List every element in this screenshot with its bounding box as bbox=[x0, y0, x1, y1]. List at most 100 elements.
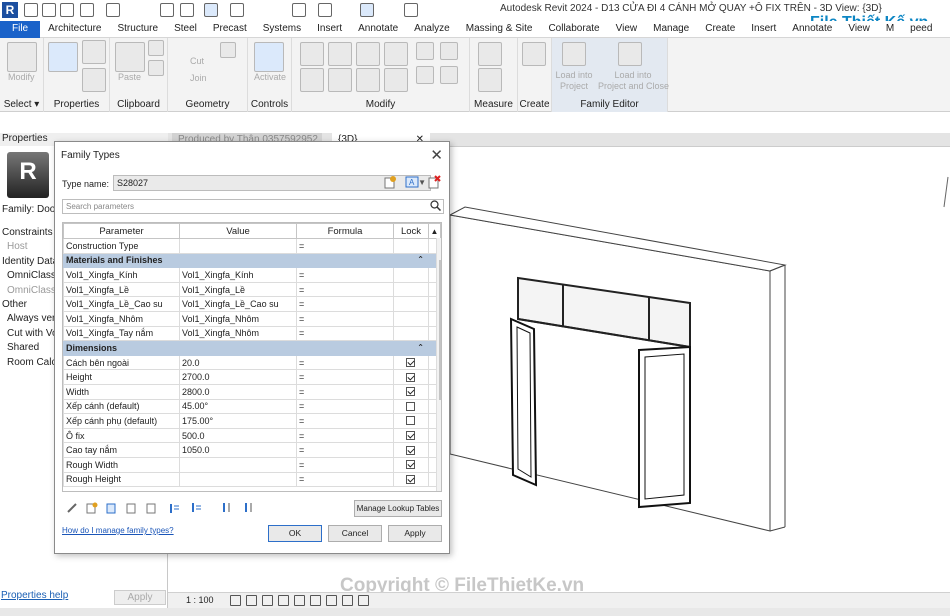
cell-formula[interactable]: = bbox=[296, 310, 394, 327]
cell-value[interactable] bbox=[179, 456, 297, 473]
vertical-scrollbar[interactable] bbox=[436, 238, 441, 491]
sync-icon[interactable] bbox=[180, 3, 194, 17]
dimension-icon[interactable] bbox=[478, 68, 502, 92]
create-icon[interactable] bbox=[522, 42, 546, 66]
scrollbar-thumb[interactable] bbox=[439, 260, 441, 400]
sort-descending-icon[interactable] bbox=[243, 502, 255, 514]
cell-value[interactable]: 175.00° bbox=[179, 413, 297, 429]
lock-checkbox[interactable] bbox=[406, 445, 415, 455]
redo-icon[interactable] bbox=[106, 3, 120, 17]
properties-icon[interactable] bbox=[48, 42, 78, 72]
ribbon-tab-insert[interactable]: Insert bbox=[309, 21, 350, 38]
print-icon[interactable] bbox=[160, 3, 174, 17]
column-header-parameter[interactable]: Parameter bbox=[63, 223, 180, 239]
cell-value[interactable]: Vol1_Xingfa_Lề bbox=[179, 281, 297, 298]
cut-icon[interactable] bbox=[148, 40, 164, 56]
ribbon-tab-view[interactable]: View bbox=[840, 21, 878, 38]
sort-ascending-icon[interactable] bbox=[221, 502, 233, 514]
cell-value[interactable]: 2700.0 bbox=[179, 369, 297, 385]
cell-formula[interactable]: = bbox=[296, 369, 394, 385]
cell-value[interactable]: 500.0 bbox=[179, 427, 297, 444]
cell-value[interactable]: 20.0 bbox=[179, 354, 297, 371]
scroll-up-icon[interactable]: ▲ bbox=[428, 223, 441, 239]
search-input[interactable]: Search parameters bbox=[62, 199, 444, 214]
cell-lock[interactable] bbox=[393, 427, 429, 444]
trim-icon[interactable] bbox=[384, 68, 408, 92]
ribbon-tab-insert[interactable]: Insert bbox=[743, 21, 784, 38]
ribbon-tab-steel[interactable]: Steel bbox=[166, 21, 205, 38]
collapse-icon[interactable]: ⌃ bbox=[417, 255, 424, 264]
shadows-icon[interactable] bbox=[278, 595, 289, 606]
new-parameter-icon[interactable] bbox=[86, 502, 98, 514]
mirror-draw-icon[interactable] bbox=[384, 42, 408, 66]
cell-lock[interactable] bbox=[393, 310, 429, 327]
show-crop-icon[interactable] bbox=[326, 595, 337, 606]
lock-checkbox[interactable] bbox=[406, 372, 415, 382]
cell-value[interactable]: Vol1_Xingfa_Nhôm bbox=[179, 325, 297, 342]
load-and-close-icon[interactable] bbox=[618, 42, 642, 66]
ribbon-tab-structure[interactable]: Structure bbox=[109, 21, 166, 38]
cell-formula[interactable]: = bbox=[296, 413, 394, 429]
lock-checkbox[interactable] bbox=[406, 460, 415, 470]
crop-icon[interactable] bbox=[310, 595, 321, 606]
cell-lock[interactable] bbox=[393, 456, 429, 473]
copy-icon[interactable] bbox=[148, 60, 164, 76]
wall-joins-icon[interactable] bbox=[220, 42, 236, 58]
move-icon[interactable] bbox=[300, 68, 324, 92]
scale-label[interactable]: 1 : 100 bbox=[186, 595, 214, 605]
home-icon[interactable] bbox=[318, 3, 332, 17]
group-row[interactable]: Dimensions ⌃ bbox=[63, 340, 441, 356]
load-into-project-icon[interactable] bbox=[562, 42, 586, 66]
join-geometry-label[interactable]: Join bbox=[190, 73, 207, 83]
cut-geometry-label[interactable]: Cut bbox=[190, 56, 204, 66]
cell-lock[interactable] bbox=[393, 369, 429, 385]
measure-qa-icon[interactable] bbox=[230, 3, 244, 17]
column-header-lock[interactable]: Lock bbox=[393, 223, 429, 239]
apply-button[interactable]: Apply bbox=[388, 525, 442, 542]
ribbon-tab-annotate[interactable]: Annotate bbox=[784, 21, 840, 38]
lock-checkbox[interactable] bbox=[406, 431, 415, 441]
cell-lock[interactable] bbox=[393, 471, 429, 488]
cell-formula[interactable]: = bbox=[296, 354, 394, 371]
collapse-icon[interactable]: ⌃ bbox=[417, 343, 424, 352]
thin-lines-icon[interactable] bbox=[360, 3, 374, 17]
type-properties-icon[interactable] bbox=[82, 40, 106, 64]
array-icon[interactable] bbox=[440, 42, 458, 60]
move-up-icon[interactable] bbox=[168, 502, 180, 514]
save-icon[interactable] bbox=[60, 3, 74, 17]
cell-lock[interactable] bbox=[393, 354, 429, 371]
switch-windows-icon[interactable] bbox=[404, 3, 418, 17]
lock-checkbox[interactable] bbox=[406, 416, 415, 426]
ribbon-tab-precast[interactable]: Precast bbox=[205, 21, 255, 38]
cell-lock[interactable] bbox=[393, 413, 429, 429]
cell-lock[interactable] bbox=[393, 325, 429, 342]
cell-lock[interactable] bbox=[393, 442, 429, 458]
cell-value[interactable]: 45.00° bbox=[179, 398, 297, 415]
delete-type-icon[interactable] bbox=[427, 175, 441, 189]
close-icon[interactable]: ✕ bbox=[430, 146, 443, 164]
cell-formula[interactable]: = bbox=[296, 281, 394, 298]
edit-parameter-icon[interactable] bbox=[66, 502, 78, 514]
move-up-parameter-icon[interactable] bbox=[126, 502, 138, 514]
cell-lock[interactable] bbox=[393, 398, 429, 415]
undo-icon[interactable] bbox=[80, 3, 94, 17]
new-type-icon[interactable] bbox=[383, 175, 397, 189]
align-icon[interactable] bbox=[300, 42, 324, 66]
cell-lock[interactable] bbox=[393, 383, 429, 400]
ribbon-tab-manage[interactable]: Manage bbox=[645, 21, 697, 38]
detail-level-icon[interactable] bbox=[230, 595, 241, 606]
render-icon[interactable] bbox=[294, 595, 305, 606]
ribbon-tab-architecture[interactable]: Architecture bbox=[40, 21, 109, 38]
rename-type-icon[interactable]: A bbox=[405, 175, 419, 189]
hide-isolate-icon[interactable] bbox=[358, 595, 369, 606]
text-icon[interactable] bbox=[292, 3, 306, 17]
group-header[interactable]: Dimensions ⌃ bbox=[63, 340, 429, 356]
copy-element-icon[interactable] bbox=[328, 68, 352, 92]
split-icon[interactable] bbox=[416, 42, 434, 60]
help-link[interactable]: How do I manage family types? bbox=[62, 526, 174, 535]
duplicate-parameter-icon[interactable] bbox=[146, 502, 158, 514]
measure-icon[interactable] bbox=[478, 42, 502, 66]
cell-formula[interactable]: = bbox=[296, 296, 394, 312]
visual-style-icon[interactable] bbox=[246, 595, 257, 606]
cell-value[interactable] bbox=[179, 238, 297, 254]
